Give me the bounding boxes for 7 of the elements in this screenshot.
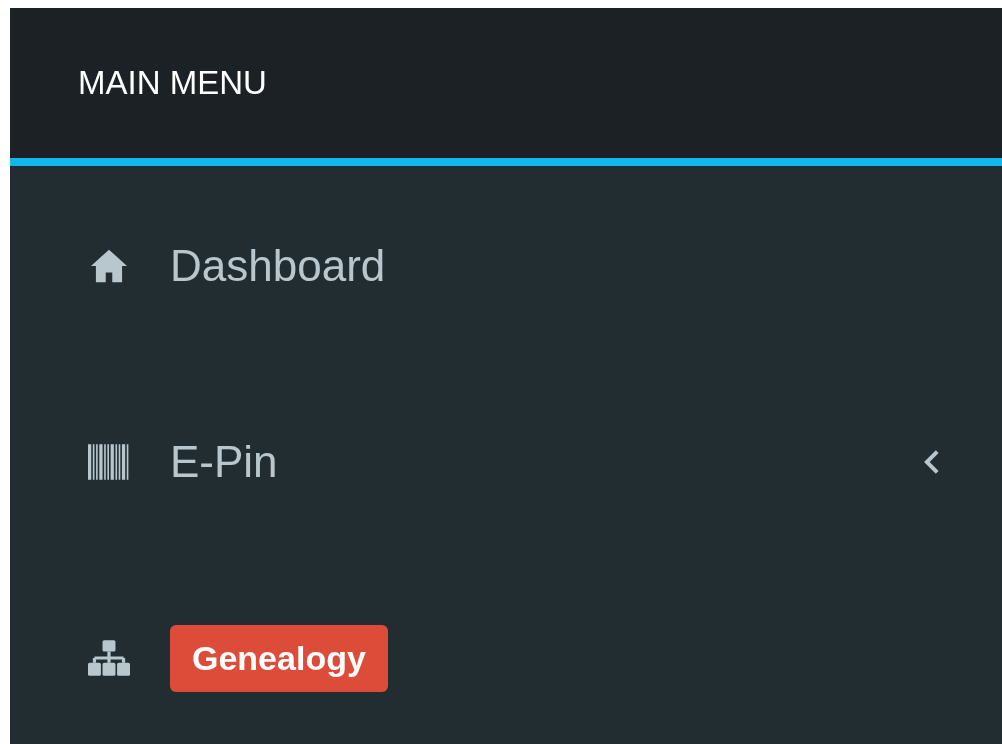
barcode-icon	[88, 444, 130, 480]
sitemap-icon	[88, 640, 130, 676]
chevron-icon[interactable]	[924, 449, 940, 475]
menu-badge[interactable]: Genealogy	[170, 624, 388, 692]
menu-link[interactable]: E-Pin	[170, 437, 278, 487]
menu-link[interactable]: Dashboard	[170, 241, 386, 291]
menu-title: MAIN MENU	[78, 64, 267, 102]
